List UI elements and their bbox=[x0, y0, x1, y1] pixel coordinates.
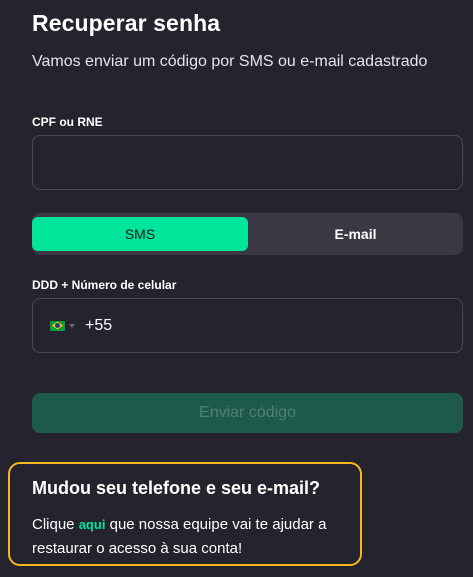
email-option[interactable]: E-mail bbox=[248, 217, 463, 251]
cpf-label: CPF ou RNE bbox=[32, 115, 103, 129]
help-text: Clique aqui que nossa equipe vai te ajud… bbox=[32, 513, 360, 561]
page-subtitle: Vamos enviar um código por SMS ou e-mail… bbox=[32, 53, 428, 70]
help-text-before: Clique bbox=[32, 516, 79, 533]
cpf-input[interactable] bbox=[32, 135, 463, 190]
help-link[interactable]: aqui bbox=[79, 517, 106, 532]
send-code-button[interactable]: Enviar código bbox=[32, 393, 463, 433]
help-title: Mudou seu telefone e seu e-mail? bbox=[32, 478, 321, 498]
page-title: Recuperar senha bbox=[32, 10, 221, 36]
phone-input[interactable]: +55 bbox=[32, 298, 463, 353]
brazil-flag-icon bbox=[50, 320, 65, 331]
dial-code: +55 bbox=[85, 316, 113, 334]
country-selector[interactable] bbox=[50, 320, 75, 331]
method-toggle: SMS E-mail bbox=[32, 213, 463, 255]
chevron-down-icon bbox=[69, 323, 75, 328]
help-box: Mudou seu telefone e seu e-mail? Clique … bbox=[8, 462, 362, 566]
phone-label: DDD + Número de celular bbox=[32, 278, 177, 292]
sms-option[interactable]: SMS bbox=[32, 217, 248, 251]
